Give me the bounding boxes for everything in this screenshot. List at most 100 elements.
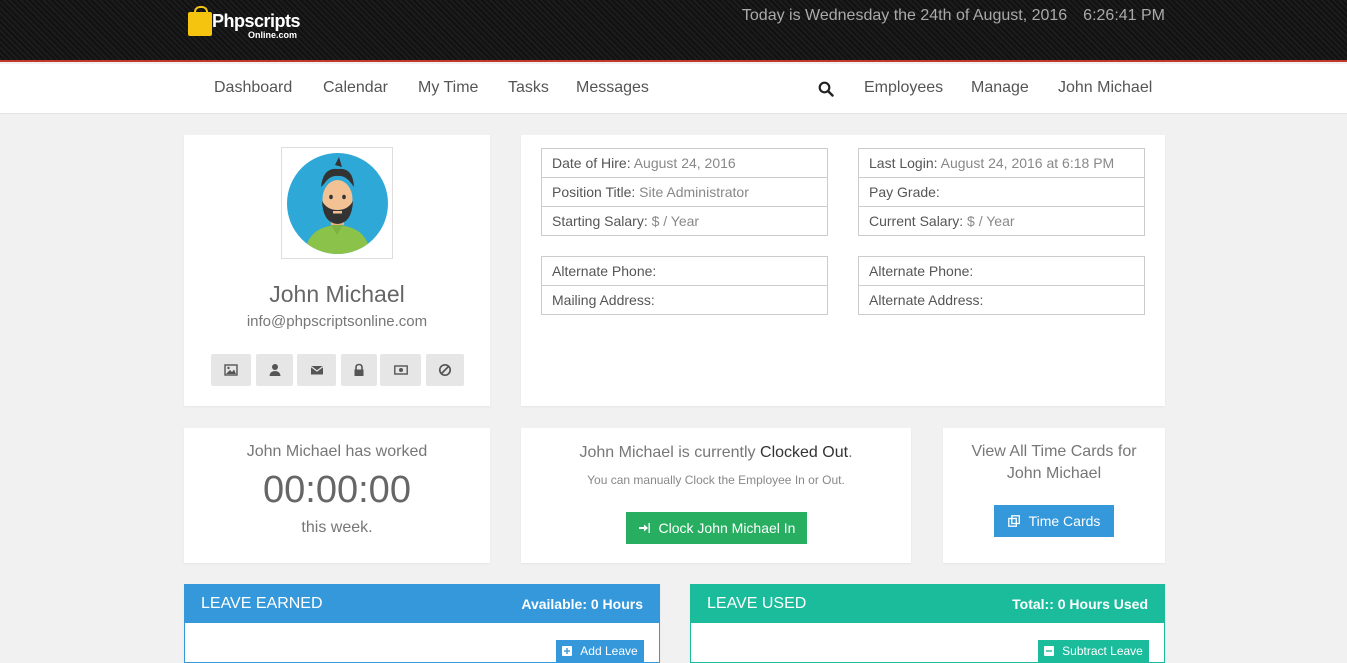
table-row: Position Title: Site Administrator [541,177,828,207]
password-button[interactable] [341,354,377,386]
leave-earned-summary: Available: 0 Hours [521,596,643,612]
alt-contact-info-table: Alternate Phone: Alternate Address: [858,256,1145,315]
nav-my-time[interactable]: My Time [418,79,478,97]
main-nav: Dashboard Calendar My Time Tasks Message… [0,64,1347,114]
image-icon [224,364,238,376]
leave-earned-header: LEAVE EARNED Available: 0 Hours [185,585,659,623]
contact-info-table: Alternate Phone: Mailing Address: [541,256,828,315]
position-title-label: Position Title: [552,184,636,200]
employment-info-table: Date of Hire: August 24, 2016 Position T… [541,148,828,236]
clock-status-line: John Michael is currently Clocked Out. [521,444,911,462]
date-of-hire-value: August 24, 2016 [633,155,736,171]
starting-salary-label: Starting Salary: [552,213,648,229]
starting-salary-value: $ / Year [651,213,700,229]
starting-salary-cell: Starting Salary: $ / Year [541,206,828,236]
brand-logo[interactable]: Phpscripts Online.com [188,5,308,41]
header-datetime: Today is Wednesday the 24th of August, 2… [742,7,1165,25]
avatar-image [287,153,388,254]
leave-used-header: LEAVE USED Total:: 0 Hours Used [691,585,1164,623]
subtract-leave-label: Subtract Leave [1062,644,1143,658]
time-cards-panel: View All Time Cards for John Michael Tim… [943,428,1165,563]
nav-employees[interactable]: Employees [864,79,943,97]
nav-dashboard[interactable]: Dashboard [214,79,292,97]
mailing-address-cell: Mailing Address: [541,285,828,315]
worked-heading: John Michael has worked [246,443,428,460]
nav-calendar[interactable]: Calendar [323,79,388,97]
pay-grade-label: Pay Grade: [869,184,940,200]
lock-icon [354,363,364,376]
current-time: 6:26:41 PM [1083,7,1165,24]
time-cards-button[interactable]: Time Cards [994,505,1114,537]
date-of-hire-label: Date of Hire: [552,155,631,171]
nav-messages[interactable]: Messages [576,79,649,97]
pay-grade-cell: Pay Grade: [858,177,1145,207]
nav-user-menu[interactable]: John Michael [1058,79,1152,97]
current-salary-label: Current Salary: [869,213,964,229]
search-icon[interactable] [818,81,834,97]
clock-in-label: Clock John Michael In [658,520,796,536]
nav-tasks[interactable]: Tasks [508,79,549,97]
user-avatar-illustration [305,157,370,254]
mailing-address-label: Mailing Address: [552,292,655,308]
employee-name: John Michael [269,281,405,307]
salary-button[interactable] [380,354,421,386]
clock-status-value: Clocked Out [760,444,849,461]
subtract-leave-button[interactable]: Subtract Leave [1038,640,1149,662]
avatar [281,147,393,259]
brand-domain: Online.com [248,30,298,40]
leave-used-panel: LEAVE USED Total:: 0 Hours Used Subtract… [690,584,1165,663]
last-login-cell: Last Login: August 24, 2016 at 6:18 PM [858,148,1145,178]
table-row: Starting Salary: $ / Year [541,206,828,236]
employee-email: info@phpscriptsonline.com [246,313,428,330]
table-row: Alternate Phone: [541,256,828,286]
worked-suffix: this week. [301,519,373,536]
copy-icon [1007,515,1020,527]
current-salary-cell: Current Salary: $ / Year [858,206,1145,236]
nav-manage[interactable]: Manage [971,79,1029,97]
add-leave-label: Add Leave [580,644,638,658]
email-button[interactable] [297,354,336,386]
alt-phone-2-label: Alternate Phone: [869,263,974,279]
leave-used-title: LEAVE USED [707,595,807,612]
time-cards-line2: John Michael [1006,465,1102,482]
clock-status-prefix: John Michael is currently [579,444,756,461]
plus-square-icon [562,646,573,656]
alt-phone-cell: Alternate Phone: [541,256,828,286]
current-date: Today is Wednesday the 24th of August, 2… [741,7,1068,24]
clock-status-suffix: . [848,444,853,461]
leave-used-summary: Total:: 0 Hours Used [1012,596,1148,612]
time-cards-line1: View All Time Cards for [971,443,1137,460]
clock-note: You can manually Clock the Employee In o… [587,473,845,487]
alt-phone-2-cell: Alternate Phone: [858,256,1145,286]
table-row: Current Salary: $ / Year [858,206,1145,236]
position-title-value: Site Administrator [639,184,749,200]
profile-panel: John Michael info@phpscriptsonline.com [184,135,490,406]
ban-icon [438,363,452,377]
add-leave-button[interactable]: Add Leave [556,640,644,662]
table-row: Alternate Address: [858,285,1145,315]
last-login-value: August 24, 2016 at 6:18 PM [940,155,1115,171]
table-row: Date of Hire: August 24, 2016 [541,148,828,178]
table-row: Mailing Address: [541,285,828,315]
date-of-hire-cell: Date of Hire: August 24, 2016 [541,148,828,178]
position-title-cell: Position Title: Site Administrator [541,177,828,207]
sign-in-icon [638,523,650,533]
image-button[interactable] [211,354,251,386]
profile-button[interactable] [256,354,293,386]
worked-time: 00:00:00 [263,469,411,511]
deactivate-button[interactable] [426,354,464,386]
minus-square-icon [1044,646,1055,656]
last-login-label: Last Login: [869,155,938,171]
money-icon [393,365,408,375]
time-cards-label: Time Cards [1028,513,1101,529]
details-panel: Date of Hire: August 24, 2016 Position T… [521,135,1165,406]
top-header: Phpscripts Online.com Today is Wednesday… [0,0,1347,62]
shopping-bag-icon [188,6,212,36]
table-row: Pay Grade: [858,177,1145,207]
current-salary-value: $ / Year [967,213,1015,229]
clock-in-button[interactable]: Clock John Michael In [626,512,807,544]
clock-status-panel: John Michael is currently Clocked Out. Y… [521,428,911,563]
alt-address-label: Alternate Address: [869,292,984,308]
alt-phone-label: Alternate Phone: [552,263,657,279]
login-info-table: Last Login: August 24, 2016 at 6:18 PM P… [858,148,1145,236]
